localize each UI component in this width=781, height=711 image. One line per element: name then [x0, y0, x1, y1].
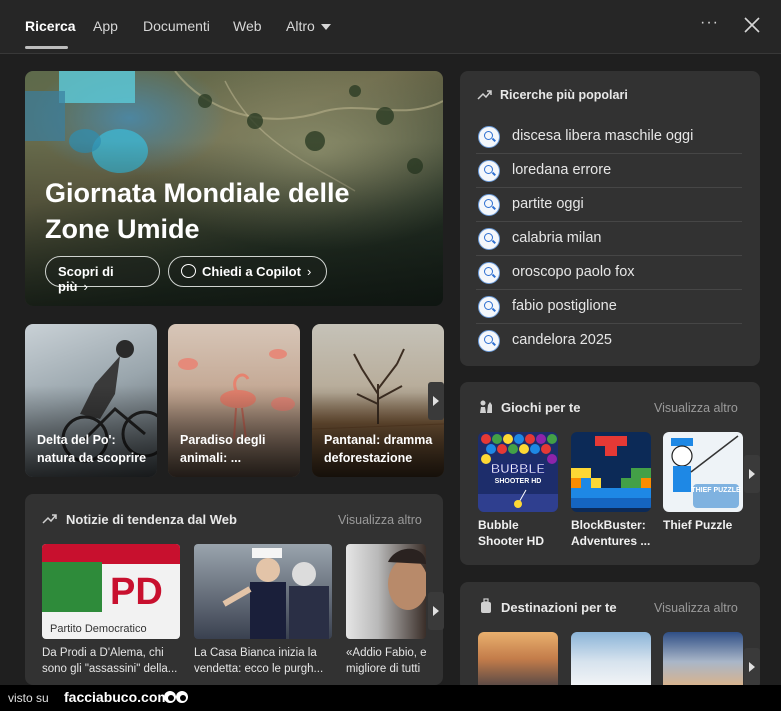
news-title: Notizie di tendenza dal Web — [66, 512, 237, 527]
destination-thumbnail[interactable] — [478, 632, 558, 686]
search-icon — [478, 126, 500, 148]
more-options-icon[interactable]: ··· — [700, 14, 719, 32]
watermark-prefix: visto su — [8, 691, 49, 705]
trending-item-label: partite oggi — [512, 196, 584, 212]
chess-piece-icon — [480, 400, 492, 413]
trending-arrow-icon — [477, 90, 492, 100]
story-tile-label: Delta del Po': natura da scoprire — [37, 433, 147, 465]
tab-altro[interactable]: Altro — [286, 18, 331, 34]
trending-list: discesa libera maschile oggi loredana er… — [476, 120, 742, 358]
news-thumbnail-casa-bianca[interactable] — [194, 544, 332, 639]
active-tab-indicator — [25, 46, 68, 49]
story-tile-label: Paradiso degli animali: ... — [180, 433, 266, 465]
svg-text:THIEF PUZZLE: THIEF PUZZLE — [691, 487, 741, 494]
game-thumbnail-blockbuster[interactable] — [571, 432, 651, 512]
chevron-down-icon — [320, 24, 331, 31]
tab-web[interactable]: Web — [233, 18, 262, 34]
chevron-right-icon: › — [83, 279, 88, 294]
svg-text:Partito Democratico: Partito Democratico — [50, 623, 147, 635]
pd-flag-image: PD Partito Democratico — [42, 544, 180, 635]
story-tile-paradiso[interactable]: Paradiso degli animali: ... — [168, 324, 300, 477]
chevron-right-icon: › — [306, 264, 312, 279]
news-thumbnail-fabio[interactable] — [346, 544, 426, 639]
ask-copilot-label: Chiedi a Copilot — [202, 264, 301, 279]
blockbuster-art — [571, 436, 651, 508]
trending-item[interactable]: fabio postiglione — [476, 290, 742, 324]
trending-item-label: candelora 2025 — [512, 332, 612, 348]
learn-more-button[interactable]: Scopri di più › — [45, 256, 160, 294]
search-icon — [478, 228, 500, 250]
destinations-next-arrow-button[interactable] — [744, 648, 760, 686]
hero-title: Giornata Mondiale delle Zone Umide — [45, 178, 350, 244]
search-icon — [478, 262, 500, 284]
game-label: Bubble Shooter HD — [478, 518, 544, 548]
soldiers-image — [222, 548, 329, 639]
search-icon — [478, 160, 500, 182]
next-arrow-button[interactable] — [428, 382, 444, 420]
trending-arrow-icon — [42, 514, 57, 524]
watermark-bar: visto su facciabuco.com — [0, 685, 781, 711]
svg-text:PD: PD — [110, 571, 163, 613]
game-thumbnail-bubble-shooter[interactable]: BUBBLE SHOOTER HD — [478, 432, 558, 512]
tab-ricerca[interactable]: Ricerca — [25, 18, 76, 34]
svg-text:SHOOTER HD: SHOOTER HD — [495, 478, 542, 485]
game-label: Thief Puzzle — [663, 518, 733, 532]
svg-text:BUBBLE: BUBBLE — [491, 461, 545, 476]
trending-item-label: calabria milan — [512, 230, 602, 246]
trending-item[interactable]: calabria milan — [476, 222, 742, 256]
games-next-arrow-button[interactable] — [744, 455, 760, 493]
thief-puzzle-art: THIEF PUZZLE — [671, 435, 741, 508]
watermark-brand: facciabuco.com — [64, 689, 170, 705]
news-thumbnail-pd[interactable]: PD Partito Democratico — [42, 544, 180, 639]
tab-documenti[interactable]: Documenti — [143, 18, 210, 34]
bubble-shooter-art: BUBBLE SHOOTER HD — [478, 434, 558, 512]
destination-thumbnail[interactable] — [663, 632, 743, 686]
game-thumbnail-thief-puzzle[interactable]: THIEF PUZZLE — [663, 432, 743, 512]
portrait-image — [388, 548, 426, 610]
trending-item[interactable]: partite oggi — [476, 188, 742, 222]
trending-title: Ricerche più popolari — [500, 88, 628, 102]
story-tile-label: Pantanal: dramma deforestazione — [324, 433, 433, 465]
trending-item-label: oroscopo paolo fox — [512, 264, 635, 280]
hero-card[interactable]: Giornata Mondiale delle Zone Umide Scopr… — [25, 71, 443, 306]
trending-item-label: loredana errore — [512, 162, 612, 178]
tab-altro-label: Altro — [286, 18, 315, 34]
tab-app[interactable]: App — [93, 18, 118, 34]
search-icon — [478, 330, 500, 352]
trending-item[interactable]: discesa libera maschile oggi — [476, 120, 742, 154]
trending-item[interactable]: oroscopo paolo fox — [476, 256, 742, 290]
chat-bubble-icon — [181, 264, 196, 278]
story-tile-delta-po[interactable]: Delta del Po': natura da scoprire — [25, 324, 157, 477]
close-icon[interactable] — [742, 15, 762, 35]
games-see-more-link[interactable]: Visualizza altro — [654, 401, 738, 415]
trending-item[interactable]: loredana errore — [476, 154, 742, 188]
search-icon — [478, 194, 500, 216]
trending-item-label: fabio postiglione — [512, 298, 617, 314]
trending-item[interactable]: candelora 2025 — [476, 324, 742, 358]
news-headline[interactable]: «Addio Fabio, e migliore di tutti — [346, 645, 428, 677]
news-next-arrow-button[interactable] — [428, 592, 444, 630]
search-icon — [478, 296, 500, 318]
news-headline[interactable]: Da Prodi a D'Alema, chi sono gli "assass… — [42, 645, 182, 677]
destinations-title: Destinazioni per te — [501, 600, 617, 615]
ask-copilot-button[interactable]: Chiedi a Copilot › — [168, 256, 327, 287]
destination-thumbnail[interactable] — [571, 632, 651, 686]
trending-item-label: discesa libera maschile oggi — [512, 128, 694, 144]
news-headline[interactable]: La Casa Bianca inizia la vendetta: ecco … — [194, 645, 334, 677]
news-see-more-link[interactable]: Visualizza altro — [338, 513, 422, 527]
destinations-see-more-link[interactable]: Visualizza altro — [654, 601, 738, 615]
story-tile-pantanal[interactable]: Pantanal: dramma deforestazione — [312, 324, 444, 477]
luggage-icon — [481, 598, 491, 613]
eyes-logo-icon — [164, 691, 188, 703]
game-label: BlockBuster: Adventures ... — [571, 518, 651, 548]
top-navigation-bar: Ricerca App Documenti Web Altro ··· — [0, 0, 781, 54]
games-title: Giochi per te — [501, 400, 581, 415]
